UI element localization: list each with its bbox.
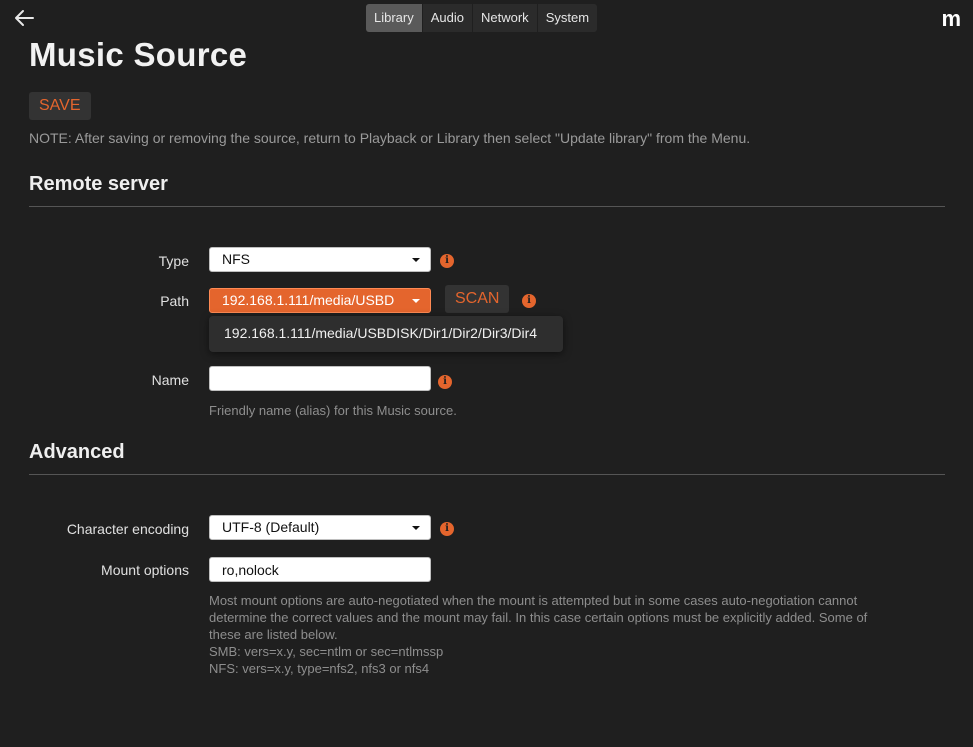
path-select-value: 192.168.1.111/media/USBD: [222, 292, 395, 308]
section-title-remote-server: Remote server: [29, 173, 168, 195]
app-logo: m: [941, 6, 961, 31]
save-button[interactable]: SAVE: [29, 92, 91, 120]
path-dropdown-menu: 192.168.1.111/media/USBDISK/Dir1/Dir2/Di…: [209, 316, 563, 352]
tab-audio[interactable]: Audio: [423, 4, 473, 32]
chevron-down-icon: [412, 299, 420, 303]
help-line: SMB: vers=x.y, sec=ntlm or sec=ntlmssp: [209, 644, 444, 659]
name-label: Name: [151, 372, 189, 388]
page-title: Music Source: [29, 36, 248, 73]
encoding-select-value: UTF-8 (Default): [222, 519, 320, 535]
info-icon[interactable]: i: [440, 522, 454, 536]
encoding-label: Character encoding: [66, 521, 189, 537]
section-title-advanced: Advanced: [29, 441, 125, 463]
help-line: Most mount options are auto-negotiated w…: [209, 593, 858, 608]
scan-button[interactable]: SCAN: [445, 285, 510, 313]
path-select[interactable]: 192.168.1.111/media/USBD: [209, 288, 431, 313]
info-icon[interactable]: i: [440, 254, 454, 268]
help-line: determine the correct values and the mou…: [209, 610, 868, 625]
update-note: NOTE: After saving or removing the sourc…: [29, 130, 751, 146]
type-label: Type: [158, 253, 189, 269]
section-divider: [29, 206, 945, 207]
mount-options-label: Mount options: [101, 562, 189, 578]
info-icon[interactable]: i: [438, 375, 452, 389]
back-button[interactable]: [10, 6, 38, 30]
mount-options-help: Most mount options are auto-negotiated w…: [209, 592, 949, 677]
path-label: Path: [160, 293, 189, 309]
chevron-down-icon: [412, 526, 420, 530]
section-divider: [29, 474, 945, 475]
mount-options-input[interactable]: [209, 557, 431, 582]
top-bar: Library Audio Network System m: [0, 0, 973, 36]
name-input[interactable]: [209, 366, 431, 391]
arrow-left-icon: [15, 10, 34, 26]
info-icon[interactable]: i: [522, 294, 536, 308]
tab-library[interactable]: Library: [366, 4, 423, 32]
name-help-text: Friendly name (alias) for this Music sou…: [209, 403, 457, 418]
path-option[interactable]: 192.168.1.111/media/USBDISK/Dir1/Dir2/Di…: [224, 325, 537, 341]
type-select[interactable]: NFS: [209, 247, 431, 272]
type-select-value: NFS: [222, 251, 250, 267]
chevron-down-icon: [412, 258, 420, 262]
encoding-select[interactable]: UTF-8 (Default): [209, 515, 431, 540]
help-line: these are listed below.: [209, 627, 338, 642]
nav-tabs: Library Audio Network System: [366, 4, 598, 32]
tab-network[interactable]: Network: [473, 4, 538, 32]
tab-system[interactable]: System: [538, 4, 597, 32]
help-line: NFS: vers=x.y, type=nfs2, nfs3 or nfs4: [209, 661, 430, 676]
